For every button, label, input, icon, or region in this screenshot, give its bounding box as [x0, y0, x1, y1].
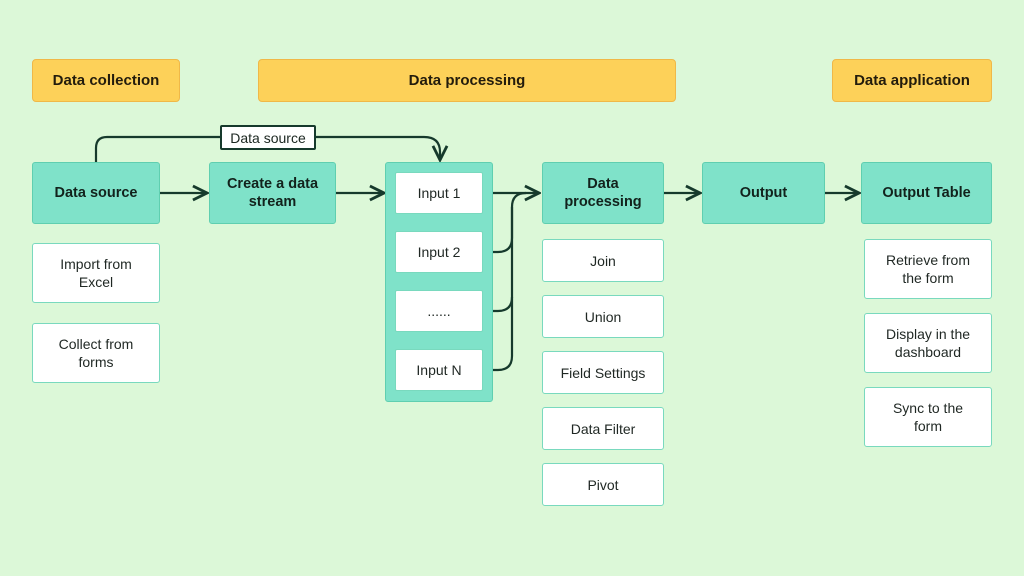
option-retrieve-from-form[interactable]: Retrieve from the form [864, 239, 992, 299]
node-create-data-stream[interactable]: Create a data stream [209, 162, 336, 224]
option-display-in-dashboard[interactable]: Display in the dashboard [864, 313, 992, 373]
node-output-table[interactable]: Output Table [861, 162, 992, 224]
input-item[interactable]: Input 2 [395, 231, 483, 273]
option-union[interactable]: Union [542, 295, 664, 338]
option-import-from-excel[interactable]: Import from Excel [32, 243, 160, 303]
option-sync-to-form[interactable]: Sync to the form [864, 387, 992, 447]
node-output[interactable]: Output [702, 162, 825, 224]
stage-data-processing: Data processing [258, 59, 676, 102]
stage-data-collection: Data collection [32, 59, 180, 102]
data-source-tag: Data source [220, 125, 316, 150]
node-data-processing[interactable]: Data processing [542, 162, 664, 224]
node-data-source[interactable]: Data source [32, 162, 160, 224]
stage-data-application: Data application [832, 59, 992, 102]
option-join[interactable]: Join [542, 239, 664, 282]
option-field-settings[interactable]: Field Settings [542, 351, 664, 394]
option-data-filter[interactable]: Data Filter [542, 407, 664, 450]
option-collect-from-forms[interactable]: Collect from forms [32, 323, 160, 383]
input-item[interactable]: Input 1 [395, 172, 483, 214]
input-item-ellipsis[interactable]: ...... [395, 290, 483, 332]
option-pivot[interactable]: Pivot [542, 463, 664, 506]
input-item[interactable]: Input N [395, 349, 483, 391]
